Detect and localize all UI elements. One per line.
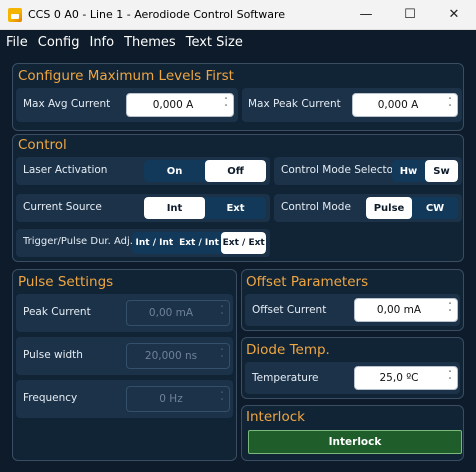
temperature-label: Temperature [252,372,319,384]
source-ext-option[interactable]: Ext [205,197,266,219]
control-mode-selector-toggle[interactable]: Hw Sw [392,160,458,182]
max-peak-current-value: 0,000 A [377,99,419,111]
spin-arrows-icon[interactable]: ˄ ˅ [443,98,457,112]
spin-arrows-icon[interactable]: ˄ ˅ [215,349,229,363]
max-avg-current-input[interactable]: 0,000 A ˄ ˅ [126,93,234,117]
trigger-ext-int-option[interactable]: Ext / Int [177,232,222,254]
offset-section-title: Offset Parameters [246,274,369,290]
max-avg-current-value: 0,000 A [152,99,194,111]
spin-arrows-icon[interactable]: ˄ ˅ [219,98,233,112]
laser-off-option[interactable]: Off [205,160,266,182]
offset-current-label: Offset Current [252,304,327,316]
interlock-section-title: Interlock [246,409,305,425]
pulse-width-value: 20,000 ns [144,350,198,362]
maximize-icon[interactable]: ☐ [388,0,432,30]
spin-arrows-icon[interactable]: ˄ ˅ [215,306,229,320]
laser-activation-toggle[interactable]: On Off [144,160,266,182]
offset-current-value: 0,00 mA [376,304,422,316]
trigger-label: Trigger/Pulse Dur. Adj. [23,236,133,247]
peak-current-value: 0,00 mA [148,307,194,319]
menu-bar: File Config Info Themes Text Size [0,30,476,54]
temperature-input[interactable]: 25,0 ºC ˄ ˅ [354,366,458,390]
spin-arrows-icon[interactable]: ˄ ˅ [215,392,229,406]
menu-file[interactable]: File [0,35,33,50]
offset-current-input[interactable]: 0,00 mA ˄ ˅ [354,298,458,322]
control-section-title: Control [18,137,67,153]
source-int-option[interactable]: Int [144,197,205,219]
max-peak-current-label: Max Peak Current [248,98,341,110]
pulse-section-title: Pulse Settings [18,274,114,290]
frequency-input[interactable]: 0 Hz ˄ ˅ [126,386,230,412]
laser-activation-label: Laser Activation [23,164,108,176]
window-titlebar: CCS 0 A0 - Line 1 - Aerodiode Control So… [0,0,476,30]
configure-section-title: Configure Maximum Levels First [18,68,234,84]
control-mode-selector-label: Control Mode Selector [281,164,398,176]
menu-text-size[interactable]: Text Size [181,35,248,50]
mode-hw-option[interactable]: Hw [392,160,425,182]
pulse-width-label: Pulse width [23,349,83,361]
pulse-width-input[interactable]: 20,000 ns ˄ ˅ [126,343,230,369]
trigger-int-int-option[interactable]: Int / Int [132,232,177,254]
control-mode-label: Control Mode [281,201,351,213]
app-icon [8,7,22,22]
diode-section-title: Diode Temp. [246,342,330,358]
trigger-pulse-toggle[interactable]: Int / Int Ext / Int Ext / Ext [132,232,266,254]
mode-pulse-option[interactable]: Pulse [366,197,412,219]
spin-arrows-icon[interactable]: ˄ ˅ [443,371,457,385]
current-source-label: Current Source [23,201,102,213]
frequency-label: Frequency [23,392,78,404]
menu-info[interactable]: Info [84,35,119,50]
peak-current-input[interactable]: 0,00 mA ˄ ˅ [126,300,230,326]
interlock-button[interactable]: Interlock [248,430,462,454]
menu-themes[interactable]: Themes [119,35,181,50]
spin-arrows-icon[interactable]: ˄ ˅ [443,303,457,317]
trigger-ext-ext-option[interactable]: Ext / Ext [221,232,266,254]
max-avg-current-label: Max Avg Current [23,98,111,110]
temperature-value: 25,0 ºC [379,372,419,384]
window-title: CCS 0 A0 - Line 1 - Aerodiode Control So… [28,8,286,21]
mode-sw-option[interactable]: Sw [425,160,458,182]
laser-on-option[interactable]: On [144,160,205,182]
menu-config[interactable]: Config [33,35,85,50]
mode-cw-option[interactable]: CW [412,197,458,219]
peak-current-label: Peak Current [23,306,91,318]
minimize-icon[interactable]: — [344,0,388,30]
frequency-value: 0 Hz [159,393,183,405]
current-source-toggle[interactable]: Int Ext [144,197,266,219]
max-peak-current-input[interactable]: 0,000 A ˄ ˅ [352,93,458,117]
close-icon[interactable]: ✕ [432,0,476,30]
control-mode-toggle[interactable]: Pulse CW [366,197,458,219]
